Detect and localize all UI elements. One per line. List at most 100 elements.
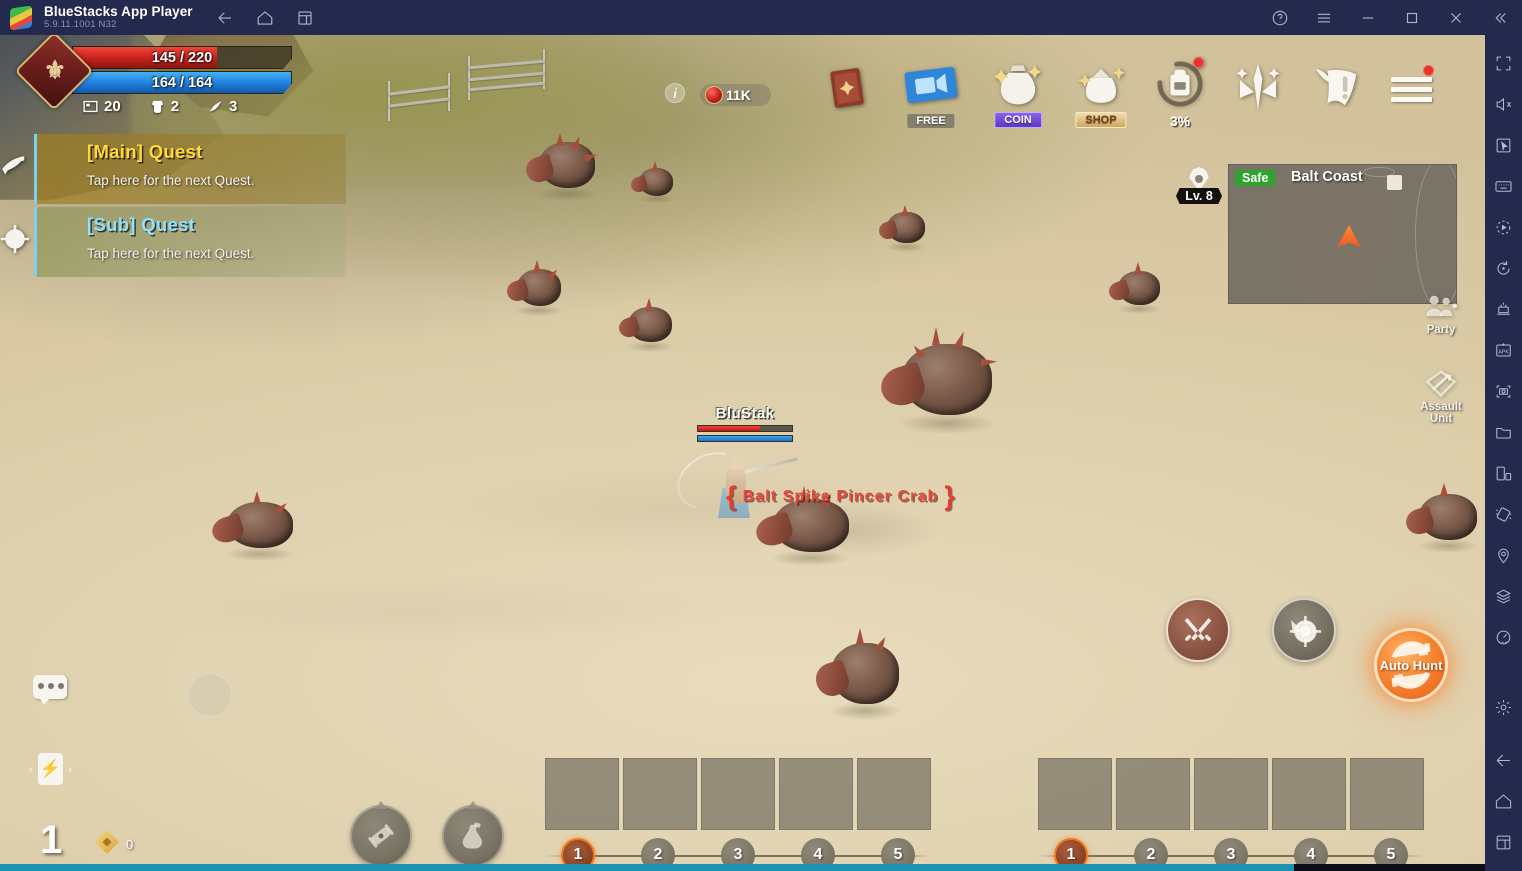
skill-slot[interactable]	[1350, 758, 1424, 830]
assault-unit-label-line2: Unit	[1429, 413, 1453, 426]
game-viewport[interactable]: BluStak { Balt Spike Pincer Crab } ⚜ 145…	[0, 35, 1485, 864]
recents-nav-icon[interactable]	[1485, 822, 1522, 863]
close-icon[interactable]	[1440, 8, 1472, 28]
player-plate-mp-bar	[697, 435, 793, 442]
help-icon[interactable]	[1264, 8, 1296, 28]
hat-count[interactable]: 3	[207, 98, 237, 115]
skill-page-4[interactable]: 4	[801, 838, 835, 864]
skill-slot[interactable]	[857, 758, 931, 830]
item-notch	[467, 801, 479, 809]
macro-record-icon[interactable]	[1485, 207, 1522, 248]
equipment-button[interactable]	[1230, 59, 1286, 121]
skill-slot[interactable]	[1194, 758, 1268, 830]
monster-crab[interactable]	[504, 260, 570, 316]
party-button[interactable]: Party	[1412, 290, 1470, 336]
assault-unit-icon	[1425, 369, 1457, 398]
collapse-sidebar-icon[interactable]	[1484, 8, 1516, 28]
location-icon[interactable]	[1485, 535, 1522, 576]
layers-icon[interactable]	[1485, 576, 1522, 617]
minimize-icon[interactable]	[1352, 8, 1384, 28]
skill-slot[interactable]	[701, 758, 775, 830]
monster-crab[interactable]	[1106, 262, 1168, 314]
multi-instance-icon[interactable]	[295, 8, 315, 28]
battery-indicator[interactable]: ‹ ⚡ ›	[29, 753, 72, 785]
settings-gear-icon[interactable]	[1485, 687, 1522, 728]
home-nav-icon[interactable]	[1485, 781, 1522, 822]
home-icon[interactable]	[255, 8, 275, 28]
skill-page-5[interactable]: 5	[1374, 838, 1408, 864]
skill-page-4[interactable]: 4	[1294, 838, 1328, 864]
skill-page-2[interactable]: 2	[1134, 838, 1168, 864]
menu-notification-badge	[1423, 65, 1434, 76]
free-rewards-button[interactable]: FREE	[898, 57, 964, 128]
main-quest[interactable]: [Main] Quest Tap here for the next Quest…	[2, 134, 346, 204]
currency-display[interactable]: 11K	[700, 84, 771, 106]
skill-slot-row	[545, 758, 931, 830]
rotate-icon[interactable]	[1485, 248, 1522, 289]
inventory-count[interactable]: 20	[82, 98, 121, 115]
media-folder-icon[interactable]	[1485, 412, 1522, 453]
auto-hunt-label: Auto Hunt	[1379, 657, 1443, 673]
diamond-value: 0	[126, 837, 134, 852]
skill-slot[interactable]	[623, 758, 697, 830]
skill-page-5[interactable]: 5	[881, 838, 915, 864]
armor-count[interactable]: 2	[149, 98, 179, 115]
menu-button[interactable]	[1391, 65, 1434, 102]
monster-crab[interactable]	[811, 628, 912, 720]
skill-slot[interactable]	[1116, 758, 1190, 830]
shop-button[interactable]: SHOP	[1068, 59, 1134, 128]
weapon-item-button[interactable]	[350, 801, 412, 864]
skill-page-2[interactable]: 2	[641, 838, 675, 864]
skill-slot[interactable]	[1038, 758, 1112, 830]
virtual-joystick[interactable]	[188, 673, 232, 717]
maximize-icon[interactable]	[1396, 8, 1428, 28]
monster-crab[interactable]	[876, 327, 1010, 434]
skill-slot[interactable]	[1272, 758, 1346, 830]
skill-bar-right: 1 2 3 4 5	[1038, 758, 1424, 864]
attack-button[interactable]	[1166, 598, 1230, 662]
cursor-icon[interactable]	[1485, 125, 1522, 166]
mail-button[interactable]	[1308, 59, 1366, 121]
shake-icon[interactable]	[1485, 494, 1522, 535]
skill-page-3[interactable]: 3	[721, 838, 755, 864]
assault-unit-button[interactable]: Assault Unit	[1412, 367, 1470, 425]
mute-icon[interactable]	[1485, 84, 1522, 125]
menu-icon[interactable]	[1308, 8, 1340, 28]
target-button[interactable]	[1272, 598, 1336, 662]
bluestacks-window: BlueStacks App Player 5.9.11.1001 N32 Bl…	[0, 0, 1522, 871]
backpack-icon	[1157, 61, 1203, 107]
chat-button[interactable]	[33, 675, 67, 705]
monster-crab[interactable]	[876, 204, 932, 252]
screenshot-icon[interactable]	[1485, 371, 1522, 412]
inventory-button[interactable]: 3%	[1150, 57, 1210, 129]
sand-texture	[760, 505, 940, 557]
skill-slot[interactable]	[779, 758, 853, 830]
titlebar-text-group: BlueStacks App Player 5.9.11.1001 N32	[44, 4, 193, 30]
info-icon[interactable]: i	[665, 83, 685, 103]
potion-flask-icon	[462, 822, 483, 849]
back-icon[interactable]	[215, 8, 235, 28]
monster-crab[interactable]	[616, 298, 680, 352]
skill-book-button[interactable]	[820, 57, 874, 119]
skill-page-1[interactable]: 1	[561, 838, 595, 864]
monster-crab[interactable]	[1403, 483, 1485, 553]
level-display: 1 0	[40, 820, 133, 860]
performance-icon[interactable]	[1485, 617, 1522, 658]
fullscreen-icon[interactable]	[1485, 43, 1522, 84]
skill-page-3[interactable]: 3	[1214, 838, 1248, 864]
back-nav-icon[interactable]	[1485, 740, 1522, 781]
screen-split-icon[interactable]	[1485, 453, 1522, 494]
location-pin-icon	[1189, 167, 1209, 191]
sub-quest[interactable]: [Sub] Quest Tap here for the next Quest.	[0, 207, 346, 277]
coin-shop-button[interactable]: COIN	[985, 57, 1051, 128]
minimap[interactable]: Safe Balt Coast	[1228, 164, 1457, 304]
keymapping-icon[interactable]	[1485, 166, 1522, 207]
auto-hunt-button[interactable]: Auto Hunt	[1374, 628, 1448, 702]
install-apk-icon[interactable]: APK	[1485, 330, 1522, 371]
potion-item-button[interactable]	[442, 801, 504, 864]
monster-crab[interactable]	[209, 491, 306, 561]
multi-instance-manager-icon[interactable]	[1485, 289, 1522, 330]
mp-value: 164 / 164	[151, 74, 213, 91]
skill-page-1[interactable]: 1	[1054, 838, 1088, 864]
skill-slot[interactable]	[545, 758, 619, 830]
